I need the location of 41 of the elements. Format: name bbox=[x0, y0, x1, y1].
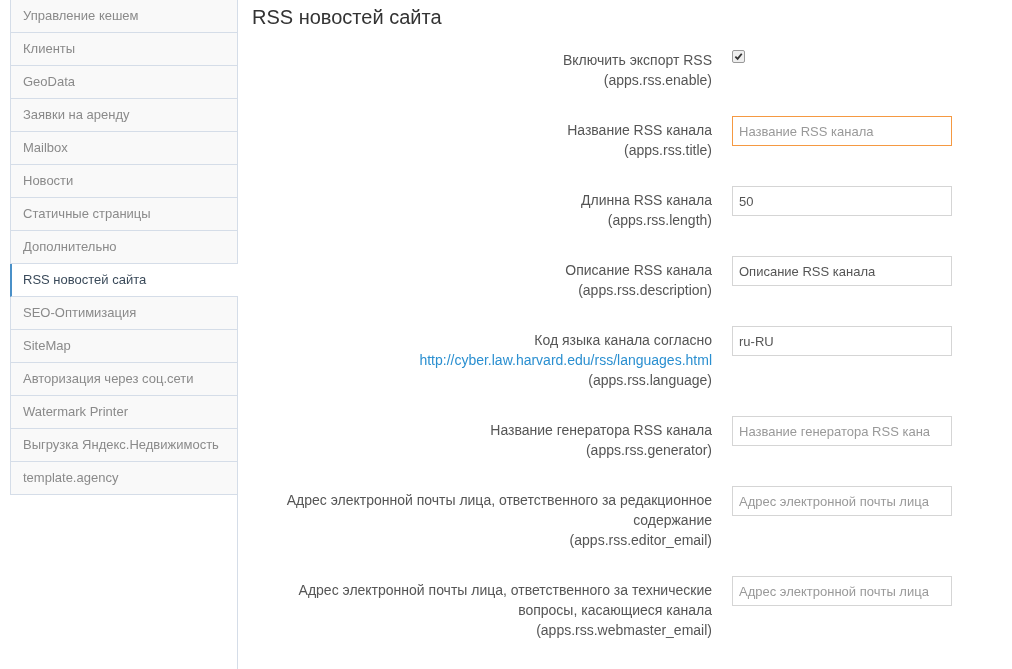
setting-label: Длинна RSS канала bbox=[581, 191, 712, 210]
sidebar-item[interactable]: Управление кешем bbox=[10, 0, 237, 33]
setting-label: Описание RSS канала bbox=[565, 261, 712, 280]
sidebar-item[interactable]: template.agency bbox=[10, 462, 237, 495]
setting-key: (apps.rss.generator) bbox=[585, 440, 712, 460]
setting-key: (apps.rss.language) bbox=[588, 370, 712, 390]
setting-key: (apps.rss.title) bbox=[624, 140, 712, 160]
setting-label: Включить экспорт RSS bbox=[562, 51, 712, 70]
sidebar-item[interactable]: Watermark Printer bbox=[10, 396, 237, 429]
sidebar-item[interactable]: RSS новостей сайта bbox=[10, 264, 238, 297]
text-field[interactable]: ru-RU bbox=[732, 326, 952, 356]
setting-key: (apps.rss.enable) bbox=[603, 70, 712, 90]
sidebar-item[interactable]: Клиенты bbox=[10, 33, 237, 66]
sidebar-item[interactable]: SEO-Оптимизация bbox=[10, 297, 237, 330]
enable-checkbox[interactable] bbox=[732, 50, 745, 63]
text-field[interactable]: Описание RSS канала bbox=[732, 256, 952, 286]
text-field[interactable]: Адрес электронной почты лица bbox=[732, 576, 952, 606]
setting-label: Название RSS канала bbox=[567, 121, 712, 140]
sidebar-item[interactable]: Авторизация через соц.сети bbox=[10, 363, 237, 396]
text-field[interactable]: Название генератора RSS кана bbox=[732, 416, 952, 446]
setting-key: (apps.rss.description) bbox=[578, 280, 712, 300]
sidebar-item[interactable]: GeoData bbox=[10, 66, 237, 99]
sidebar-item[interactable]: SiteMap bbox=[10, 330, 237, 363]
setting-label: Код языка канала согласно bbox=[534, 331, 712, 350]
setting-label: Адрес электронной почты лица, ответственного за технические вопросы, касающиеся канала bbox=[297, 581, 712, 620]
text-field[interactable]: Название RSS канала bbox=[732, 116, 952, 146]
sidebar-item[interactable]: Статичные страницы bbox=[10, 198, 237, 231]
sidebar-item[interactable]: Дополнительно bbox=[10, 231, 237, 264]
setting-label: Адрес электронной почты лица, ответственного за редакционное содержание bbox=[285, 491, 712, 530]
sidebar-item[interactable]: Заявки на аренду bbox=[10, 99, 237, 132]
sidebar-item[interactable]: Выгрузка Яндекс.Недвижимость bbox=[10, 429, 237, 462]
setting-key: (apps.rss.webmaster_email) bbox=[536, 620, 712, 640]
text-field[interactable]: Адрес электронной почты лица bbox=[732, 486, 952, 516]
setting-label: Название генератора RSS канала bbox=[490, 421, 712, 440]
languages-link[interactable]: http://cyber.law.harvard.edu/rss/languages.html bbox=[419, 350, 712, 370]
setting-key: (apps.rss.length) bbox=[607, 210, 712, 230]
sidebar-item[interactable]: Новости bbox=[10, 165, 237, 198]
text-field[interactable]: 50 bbox=[732, 186, 952, 216]
setting-key: (apps.rss.editor_email) bbox=[569, 530, 712, 550]
sidebar-item[interactable]: Mailbox bbox=[10, 132, 237, 165]
page-title: RSS новостей сайта bbox=[252, 5, 443, 30]
